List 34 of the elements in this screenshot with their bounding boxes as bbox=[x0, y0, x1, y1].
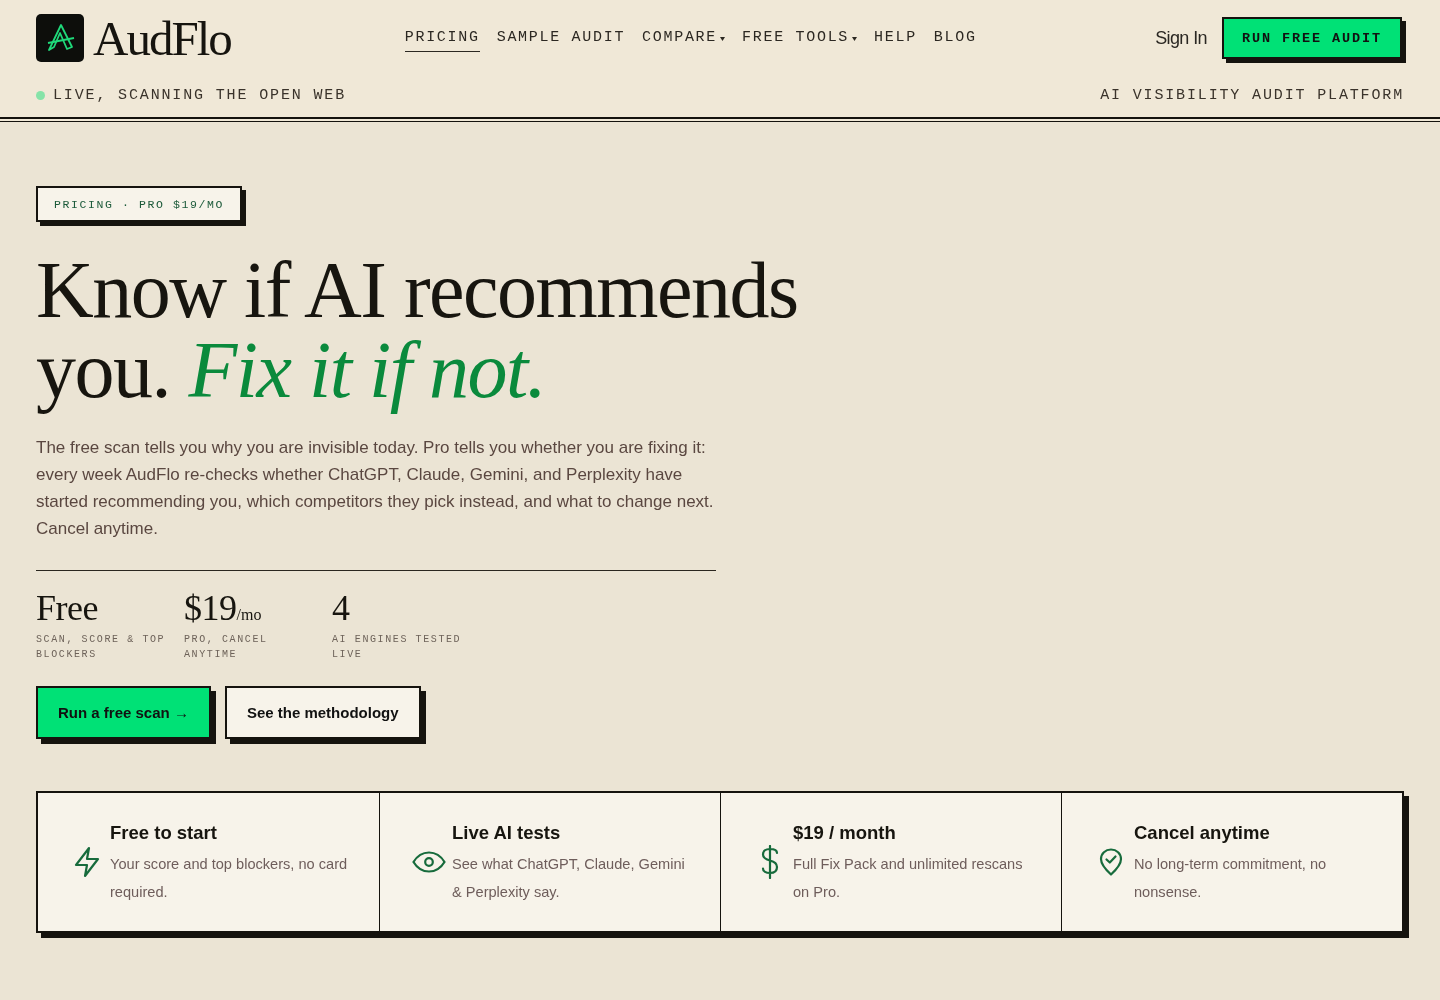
dollar-sign-icon bbox=[759, 845, 781, 879]
lightning-icon bbox=[73, 846, 101, 878]
nav-link[interactable]: FREE TOOLS bbox=[742, 24, 858, 52]
caret-icon bbox=[852, 36, 858, 41]
nav-link[interactable]: SAMPLE AUDIT bbox=[496, 24, 626, 52]
intro-paragraph: The free scan tells you why you are invisible today. Pro tells you whether you are fixing it: every week AudFlo re-checks whether ChatGPT, Claude, Gemini, and Perplexity have started recommending you, which competitors they pick instead, and what to change next. Cancel anytime. bbox=[36, 437, 715, 540]
stat-value: Free bbox=[36, 590, 98, 626]
status-text: LIVE, SCANNING THE OPEN WEB bbox=[53, 87, 346, 104]
feature-title: $19 / month bbox=[793, 820, 897, 845]
feature-title: Free to start bbox=[110, 820, 218, 845]
brand-name[interactable]: AudFlo bbox=[93, 13, 231, 63]
stat-value: $19/mo bbox=[184, 590, 262, 626]
feature-text: Your score and top blockers, no card required. bbox=[110, 854, 349, 902]
stat-value: 4 bbox=[332, 590, 350, 626]
feature-text: No long-term commitment, no nonsense. bbox=[1134, 854, 1328, 902]
nav-link[interactable]: COMPARE bbox=[642, 24, 726, 52]
feature-title: Live AI tests bbox=[452, 820, 562, 845]
nav-link[interactable]: PRICING bbox=[404, 24, 480, 52]
feature-text: Full Fix Pack and unlimited rescans on Pro. bbox=[793, 854, 1024, 902]
feature-title: Cancel anytime bbox=[1134, 820, 1271, 845]
eye-icon bbox=[412, 851, 446, 873]
hero-headline: Know if AI recommends you. Fix it if not. bbox=[36, 245, 799, 416]
nav-link[interactable]: HELP bbox=[874, 24, 917, 52]
feature-text: See what ChatGPT, Claude, Gemini & Perplexity say. bbox=[452, 854, 686, 902]
stat-caption: PRO, CANCEL ANYTIME bbox=[184, 633, 269, 662]
nav-link[interactable]: BLOG bbox=[933, 24, 977, 52]
pin-check-icon bbox=[1099, 848, 1123, 876]
tagline-text: AI VISIBILITY AUDIT PLATFORM bbox=[1100, 87, 1404, 104]
status-dot-icon bbox=[36, 91, 45, 100]
caret-icon bbox=[720, 36, 726, 41]
logo-icon bbox=[36, 14, 84, 62]
stat-caption: AI ENGINES TESTED LIVE bbox=[332, 633, 463, 662]
sign-in-link[interactable]: Sign In bbox=[1155, 27, 1207, 49]
stat-caption: SCAN, SCORE & TOP BLOCKERS bbox=[36, 633, 167, 662]
